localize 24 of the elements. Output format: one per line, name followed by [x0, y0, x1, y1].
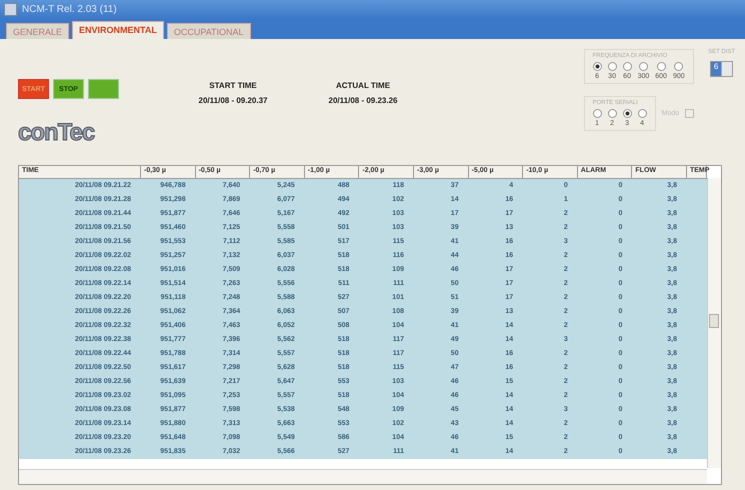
tab[interactable]: ENVIRONMENTAL	[72, 21, 164, 39]
app-icon	[4, 3, 17, 16]
radio-button[interactable]	[638, 109, 647, 118]
vertical-scrollbar[interactable]	[707, 178, 721, 468]
logo: conTec	[18, 119, 94, 147]
time-label: START TIME	[208, 81, 258, 90]
radio-button[interactable]	[622, 109, 632, 118]
radio-button[interactable]	[656, 62, 666, 71]
dropdown[interactable]: 6	[710, 61, 734, 77]
checkbox[interactable]	[685, 109, 694, 118]
radio-button[interactable]	[592, 109, 602, 118]
radio-button[interactable]	[608, 109, 617, 118]
time-value: 20/11/08 - 09.23.26	[328, 96, 398, 105]
radio-button[interactable]	[622, 62, 632, 71]
horizontal-scrollbar[interactable]	[19, 469, 707, 484]
radio-button[interactable]	[674, 62, 684, 71]
time-label: ACTUAL TIME	[334, 81, 392, 90]
radio-button[interactable]	[638, 62, 648, 71]
blank-button[interactable]	[88, 79, 119, 99]
radio-button[interactable]	[592, 62, 602, 71]
window-title: NCM-T Rel. 2.03 (11)	[22, 4, 117, 15]
radio-button[interactable]	[608, 62, 617, 71]
scroll-thumb[interactable]	[709, 314, 719, 328]
time-value: 20/11/08 - 09.20.37	[198, 96, 268, 105]
